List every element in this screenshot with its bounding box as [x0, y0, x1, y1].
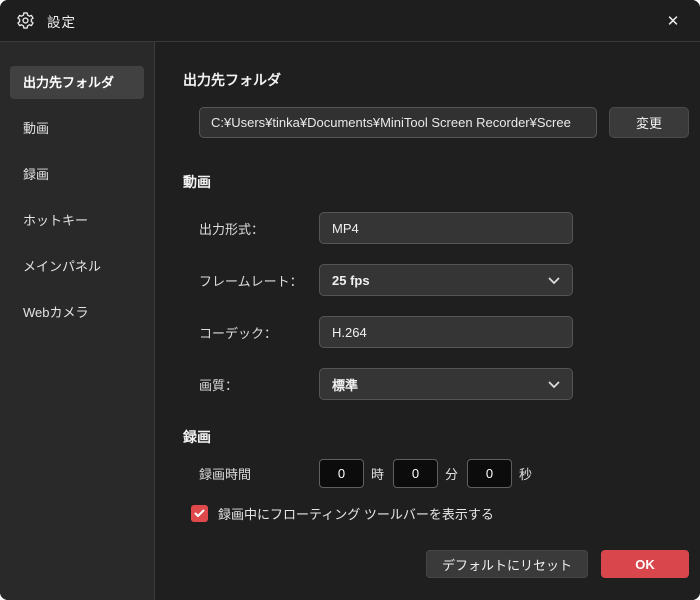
chevron-down-icon: [548, 273, 560, 288]
titlebar: 設定 ✕: [0, 0, 700, 42]
chevron-down-icon: [548, 377, 560, 392]
close-icon[interactable]: ✕: [660, 9, 686, 33]
sidebar-item-video[interactable]: 動画: [10, 112, 144, 145]
output-format-label: 出力形式：: [199, 221, 265, 237]
floating-toolbar-checkbox-row[interactable]: 録画中にフローティング ツールバーを表示する: [191, 504, 689, 523]
footer: デフォルトにリセット OK: [425, 550, 689, 578]
change-folder-button[interactable]: 変更: [609, 107, 689, 138]
checked-checkbox[interactable]: [191, 505, 208, 522]
hours-unit-label: 時: [371, 467, 385, 482]
sidebar-item-webcam[interactable]: Webカメラ: [10, 296, 144, 329]
section-heading-video: 動画: [183, 174, 211, 190]
codec-label: コーデック：: [199, 325, 278, 341]
section-heading-output-folder: 出力先フォルダ: [183, 72, 281, 88]
settings-window: 設定 ✕ 出力先フォルダ 動画 録画 ホットキー メインパネル Webカメラ 出…: [0, 0, 700, 600]
frame-rate-label: フレームレート：: [199, 273, 303, 289]
settings-content: 出力先フォルダ 変更 動画 出力形式： フレームレート： 25 fps: [155, 42, 700, 600]
output-format-input[interactable]: [319, 212, 573, 244]
output-path-input[interactable]: [199, 107, 597, 138]
duration-label: 録画時間: [199, 467, 252, 482]
window-title: 設定: [47, 14, 76, 30]
check-icon: [194, 509, 205, 517]
sidebar: 出力先フォルダ 動画 録画 ホットキー メインパネル Webカメラ: [0, 42, 155, 600]
seconds-unit-label: 秒: [519, 467, 533, 482]
frame-rate-dropdown[interactable]: 25 fps: [319, 264, 573, 296]
minutes-input[interactable]: [393, 459, 439, 488]
reset-to-default-button[interactable]: デフォルトにリセット: [425, 550, 588, 578]
floating-toolbar-checkbox-label: 録画中にフローティング ツールバーを表示する: [218, 507, 494, 522]
frame-rate-value: 25 fps: [332, 272, 370, 288]
quality-label: 画質：: [199, 377, 239, 393]
hours-input[interactable]: [319, 459, 364, 488]
sidebar-item-main-panel[interactable]: メインパネル: [10, 250, 144, 283]
quality-dropdown[interactable]: 標準: [319, 368, 573, 400]
seconds-input[interactable]: [467, 459, 513, 488]
sidebar-item-output-folder[interactable]: 出力先フォルダ: [10, 66, 144, 99]
quality-value: 標準: [332, 377, 359, 393]
ok-button[interactable]: OK: [601, 550, 689, 578]
section-heading-recording: 録画: [183, 429, 211, 445]
sidebar-item-recording[interactable]: 録画: [10, 158, 144, 191]
minutes-unit-label: 分: [445, 467, 459, 482]
codec-input[interactable]: [319, 316, 573, 348]
gear-icon: [16, 11, 35, 30]
sidebar-item-hotkeys[interactable]: ホットキー: [10, 204, 144, 237]
